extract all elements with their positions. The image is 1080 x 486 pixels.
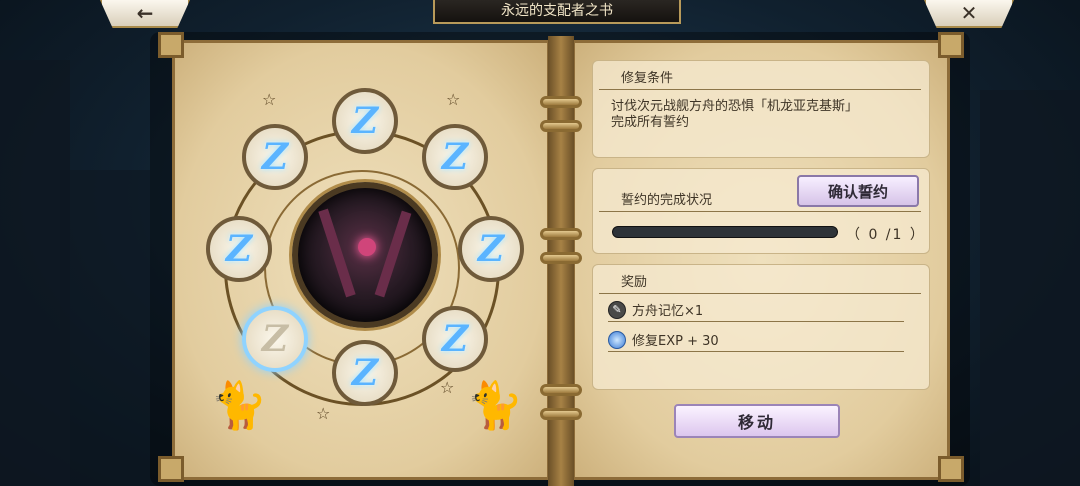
oath-progress-text: （ 0 /1 ） [846, 227, 926, 243]
ark-memory-icon: ✎ [608, 300, 626, 319]
close-button[interactable]: ✕ [924, 0, 1014, 28]
ark-dragon-portrait [292, 182, 438, 328]
confirm-oath-button[interactable]: 确认誓约 [797, 175, 919, 207]
star-decoration-icon: ☆ [262, 90, 277, 109]
reward-item[interactable]: 修复EXP + 30 [608, 328, 904, 352]
rune-glyph-icon: Z [351, 352, 379, 394]
cat-silhouette-right-icon: 🐈 [466, 378, 524, 432]
binder-ring [540, 120, 582, 132]
rune-glyph-icon: Z [441, 136, 469, 178]
rune-slot-upper-right[interactable]: Z [422, 124, 488, 190]
rune-glyph-icon: Z [261, 318, 289, 360]
rune-slot-lower-right[interactable]: Z [422, 306, 488, 372]
book-corner-ornament [938, 32, 964, 58]
rune-slot-lower-left-empty[interactable]: Z [242, 306, 308, 372]
star-decoration-icon: ☆ [446, 90, 461, 109]
divider [599, 211, 921, 212]
book-corner-ornament [938, 456, 964, 482]
binder-ring [540, 408, 582, 420]
portrait-detail [318, 208, 356, 298]
book-corner-ornament [158, 456, 184, 482]
back-button[interactable]: ← [100, 0, 190, 28]
divider [599, 89, 921, 90]
rune-glyph-icon: Z [225, 228, 253, 270]
condition-text-line2: 完成所有誓约 [611, 115, 690, 130]
repair-exp-icon [608, 330, 626, 349]
move-button[interactable]: 移动 [674, 404, 840, 438]
portrait-detail [374, 210, 412, 298]
binder-ring [540, 384, 582, 396]
close-icon: ✕ [960, 1, 978, 25]
rune-slot-left[interactable]: Z [206, 216, 272, 282]
back-arrow-icon: ← [136, 1, 154, 25]
rune-glyph-icon: Z [441, 318, 469, 360]
condition-panel: 修复条件 讨伐次元战舰方舟的恐惧「机龙亚克基斯」 完成所有誓约 [592, 60, 930, 158]
binder-ring [540, 96, 582, 108]
reward-item-label: 修复EXP + 30 [632, 334, 719, 349]
oath-title: 誓约的完成状况 [621, 193, 713, 208]
condition-title: 修复条件 [621, 71, 674, 86]
reward-item-label: 方舟记忆×1 [632, 304, 704, 319]
rune-glyph-icon: Z [261, 136, 289, 178]
rune-slot-upper-left[interactable]: Z [242, 124, 308, 190]
rune-slot-bottom[interactable]: Z [332, 340, 398, 406]
reward-panel: 奖励 [592, 264, 930, 390]
book-corner-ornament [158, 32, 184, 58]
binder-ring [540, 252, 582, 264]
reward-item[interactable]: ✎ 方舟记忆×1 [608, 298, 904, 322]
cat-silhouette-left-icon: 🐈 [210, 378, 268, 432]
portrait-eye [358, 238, 376, 256]
page-title: 永远的支配者之书 [433, 0, 681, 24]
rune-glyph-icon: Z [351, 100, 379, 142]
rune-slot-top[interactable]: Z [332, 88, 398, 154]
condition-text-line1: 讨伐次元战舰方舟的恐惧「机龙亚克基斯」 [611, 99, 859, 114]
star-decoration-icon: ☆ [316, 404, 331, 423]
reward-title: 奖励 [621, 275, 648, 290]
star-decoration-icon: ☆ [440, 378, 455, 397]
rune-glyph-icon: Z [477, 228, 505, 270]
rune-slot-right[interactable]: Z [458, 216, 524, 282]
divider [599, 293, 921, 294]
bg-building [980, 90, 1080, 486]
bg-building [60, 170, 150, 486]
binder-ring [540, 228, 582, 240]
oath-progress-bar [612, 226, 838, 238]
